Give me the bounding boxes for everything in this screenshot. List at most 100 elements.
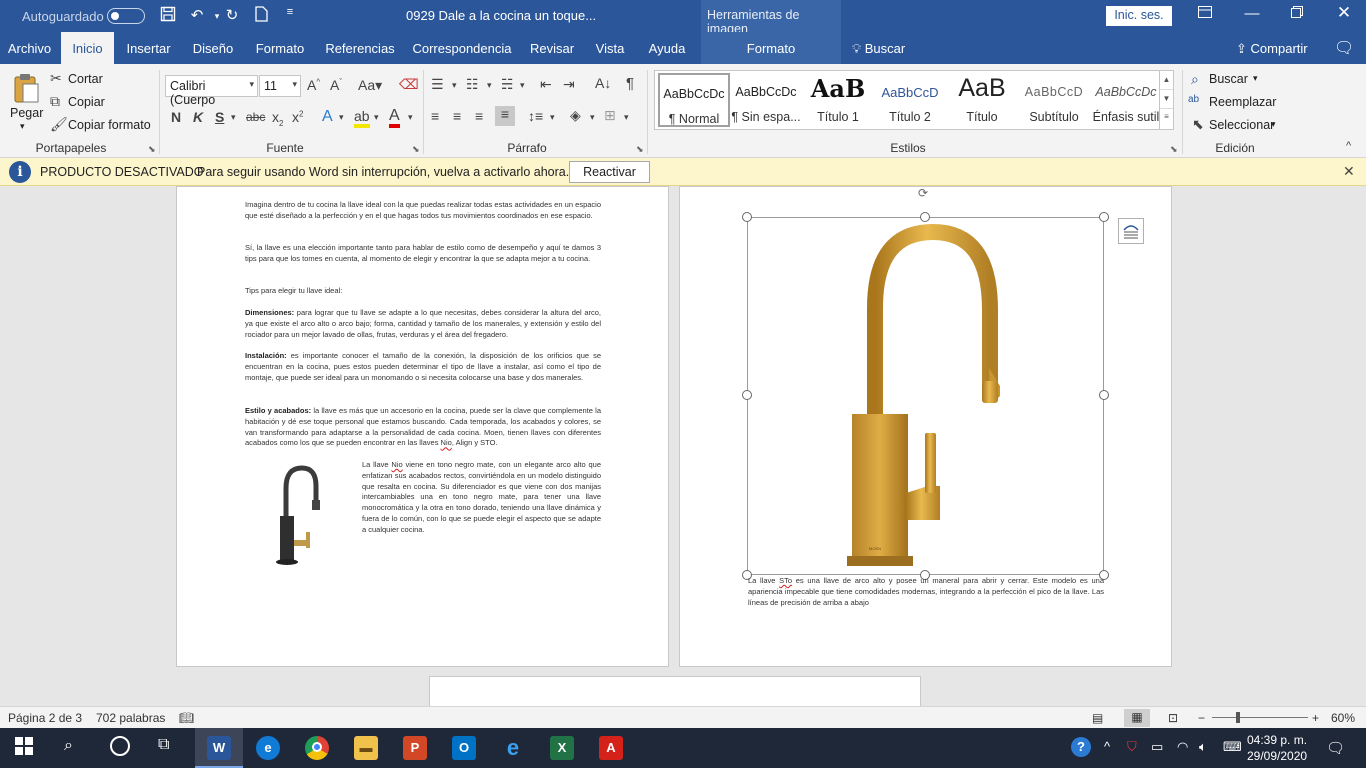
- tab-revisar[interactable]: Revisar: [524, 32, 580, 64]
- resize-handle-n[interactable]: [920, 212, 930, 222]
- align-left-icon[interactable]: ≡: [431, 108, 439, 124]
- battery-icon[interactable]: ▭: [1151, 739, 1163, 755]
- style-title[interactable]: AaB Título: [946, 73, 1018, 127]
- cut-button[interactable]: Cortar: [68, 72, 103, 86]
- sort-icon[interactable]: A↓: [595, 75, 611, 91]
- tab-picture-format[interactable]: Formato: [701, 32, 841, 64]
- font-size-combo[interactable]: 11 ▾: [259, 75, 301, 97]
- line-spacing-dropdown-icon[interactable]: ▾: [550, 112, 555, 123]
- grow-font-icon[interactable]: A^: [307, 77, 320, 93]
- proofing-icon[interactable]: 📖︎: [179, 711, 194, 725]
- bullets-dropdown-icon[interactable]: ▾: [452, 80, 457, 91]
- shading-icon[interactable]: ◈: [570, 107, 581, 124]
- bold-icon[interactable]: N: [171, 109, 181, 125]
- help-icon[interactable]: ?: [1071, 737, 1091, 757]
- borders-icon[interactable]: ⊞: [604, 107, 616, 124]
- tab-insertar[interactable]: Insertar: [120, 32, 177, 64]
- wifi-icon[interactable]: ◠: [1177, 739, 1188, 755]
- zoom-level[interactable]: 60%: [1331, 711, 1355, 725]
- taskbar-chrome[interactable]: [293, 728, 341, 768]
- print-layout-icon[interactable]: ▦: [1124, 709, 1150, 727]
- reactivate-button[interactable]: Reactivar: [569, 161, 650, 183]
- paste-icon[interactable]: [11, 72, 41, 104]
- taskbar-ie[interactable]: e: [489, 728, 537, 768]
- text-effects-dropdown-icon[interactable]: ▾: [339, 112, 344, 123]
- clipboard-launcher-icon[interactable]: ⬊: [148, 144, 156, 155]
- subscript-icon[interactable]: x2: [272, 109, 283, 128]
- bullets-icon[interactable]: ☰: [431, 76, 444, 93]
- word-count[interactable]: 702 palabras: [96, 711, 165, 725]
- select-dropdown-icon[interactable]: ▾: [1271, 119, 1276, 130]
- ribbon-display-icon[interactable]: [1195, 5, 1215, 22]
- taskbar-acrobat[interactable]: A: [587, 728, 635, 768]
- styles-launcher-icon[interactable]: ⬊: [1170, 144, 1178, 155]
- taskbar-word[interactable]: W: [195, 728, 243, 768]
- paste-dropdown-icon[interactable]: ▾: [20, 121, 25, 132]
- change-case-icon[interactable]: Aa▾: [358, 77, 382, 94]
- find-dropdown-icon[interactable]: ▾: [1253, 73, 1258, 84]
- tab-vista[interactable]: Vista: [589, 32, 631, 64]
- tab-correspondencia[interactable]: Correspondencia: [409, 32, 515, 64]
- comments-icon[interactable]: 🗨︎: [1334, 38, 1354, 58]
- underline-icon[interactable]: S: [215, 109, 224, 125]
- antivirus-icon[interactable]: ⛉: [1127, 739, 1137, 755]
- shrink-font-icon[interactable]: Aˇ: [330, 77, 342, 93]
- read-mode-icon[interactable]: ▤: [1092, 711, 1103, 725]
- style-subtitle[interactable]: AaBbCcD Subtítulo: [1018, 73, 1090, 127]
- start-icon[interactable]: [15, 737, 33, 760]
- increase-indent-icon[interactable]: ⇥: [563, 76, 575, 93]
- more-styles-icon[interactable]: ≡: [1160, 109, 1173, 128]
- copy-icon[interactable]: ⧉: [50, 93, 60, 110]
- text-effects-icon[interactable]: A: [322, 108, 333, 126]
- tab-referencias[interactable]: Referencias: [322, 32, 398, 64]
- style-heading-1[interactable]: AaB Título 1: [802, 73, 874, 127]
- redo-icon[interactable]: ↻: [222, 6, 242, 24]
- zoom-slider-thumb[interactable]: [1236, 712, 1240, 723]
- style-subtle-emphasis[interactable]: AaBbCcDc Énfasis sutil: [1090, 73, 1162, 127]
- tab-ayuda[interactable]: Ayuda: [641, 32, 693, 64]
- find-button[interactable]: Buscar: [1209, 72, 1248, 86]
- tab-inicio[interactable]: Inicio: [61, 32, 114, 64]
- cut-icon[interactable]: ✂: [50, 70, 62, 87]
- shading-dropdown-icon[interactable]: ▾: [590, 112, 595, 123]
- borders-dropdown-icon[interactable]: ▾: [624, 112, 629, 123]
- align-right-icon[interactable]: ≡: [475, 108, 483, 124]
- format-painter-button[interactable]: Copiar formato: [68, 118, 151, 132]
- copy-button[interactable]: Copiar: [68, 95, 105, 109]
- styles-scroll[interactable]: ▲ ▼ ≡: [1159, 71, 1173, 129]
- volume-icon[interactable]: 🔈︎: [1199, 739, 1207, 755]
- scroll-down-icon[interactable]: ▼: [1160, 90, 1173, 109]
- paragraph-launcher-icon[interactable]: ⬊: [636, 144, 644, 155]
- rotate-handle-icon[interactable]: ⟳: [918, 186, 928, 200]
- document-page[interactable]: [429, 676, 921, 708]
- taskbar-edge[interactable]: e: [244, 728, 292, 768]
- new-document-icon[interactable]: [251, 6, 271, 26]
- task-view-icon[interactable]: ⧉: [158, 736, 169, 754]
- minimize-icon[interactable]: —: [1242, 5, 1262, 22]
- multilevel-list-icon[interactable]: ☵: [501, 76, 514, 93]
- web-layout-icon[interactable]: ⊡: [1168, 711, 1178, 725]
- restore-icon[interactable]: [1287, 5, 1307, 22]
- search-icon[interactable]: ⌕: [64, 737, 73, 755]
- find-icon[interactable]: ⌕: [1191, 71, 1199, 88]
- style-normal[interactable]: AaBbCcDc ¶ Normal: [658, 73, 730, 127]
- resize-handle-w[interactable]: [742, 390, 752, 400]
- replace-button[interactable]: Reemplazar: [1209, 95, 1276, 109]
- save-icon[interactable]: [158, 6, 178, 26]
- resize-handle-nw[interactable]: [742, 212, 752, 222]
- selected-image-frame[interactable]: MOEN: [747, 217, 1104, 575]
- select-button[interactable]: Seleccionar: [1209, 118, 1274, 132]
- clear-formatting-icon[interactable]: ⌫: [399, 76, 419, 93]
- share-button[interactable]: ⇪ Compartir: [1236, 41, 1308, 57]
- line-spacing-icon[interactable]: ↕≡: [528, 108, 543, 124]
- customize-qat-icon[interactable]: ≡: [280, 6, 300, 18]
- highlight-icon[interactable]: ab: [354, 108, 370, 128]
- notifications-icon[interactable]: 🗨︎: [1326, 739, 1345, 757]
- scroll-up-icon[interactable]: ▲: [1160, 71, 1173, 90]
- style-no-spacing[interactable]: AaBbCcDc ¶ Sin espa...: [730, 73, 802, 127]
- multilevel-dropdown-icon[interactable]: ▾: [520, 80, 525, 91]
- font-name-combo[interactable]: Calibri (Cuerpo ▾: [165, 75, 258, 107]
- undo-icon[interactable]: ↶: [187, 6, 207, 24]
- superscript-icon[interactable]: x2: [292, 109, 303, 125]
- font-color-dropdown-icon[interactable]: ▾: [408, 112, 413, 123]
